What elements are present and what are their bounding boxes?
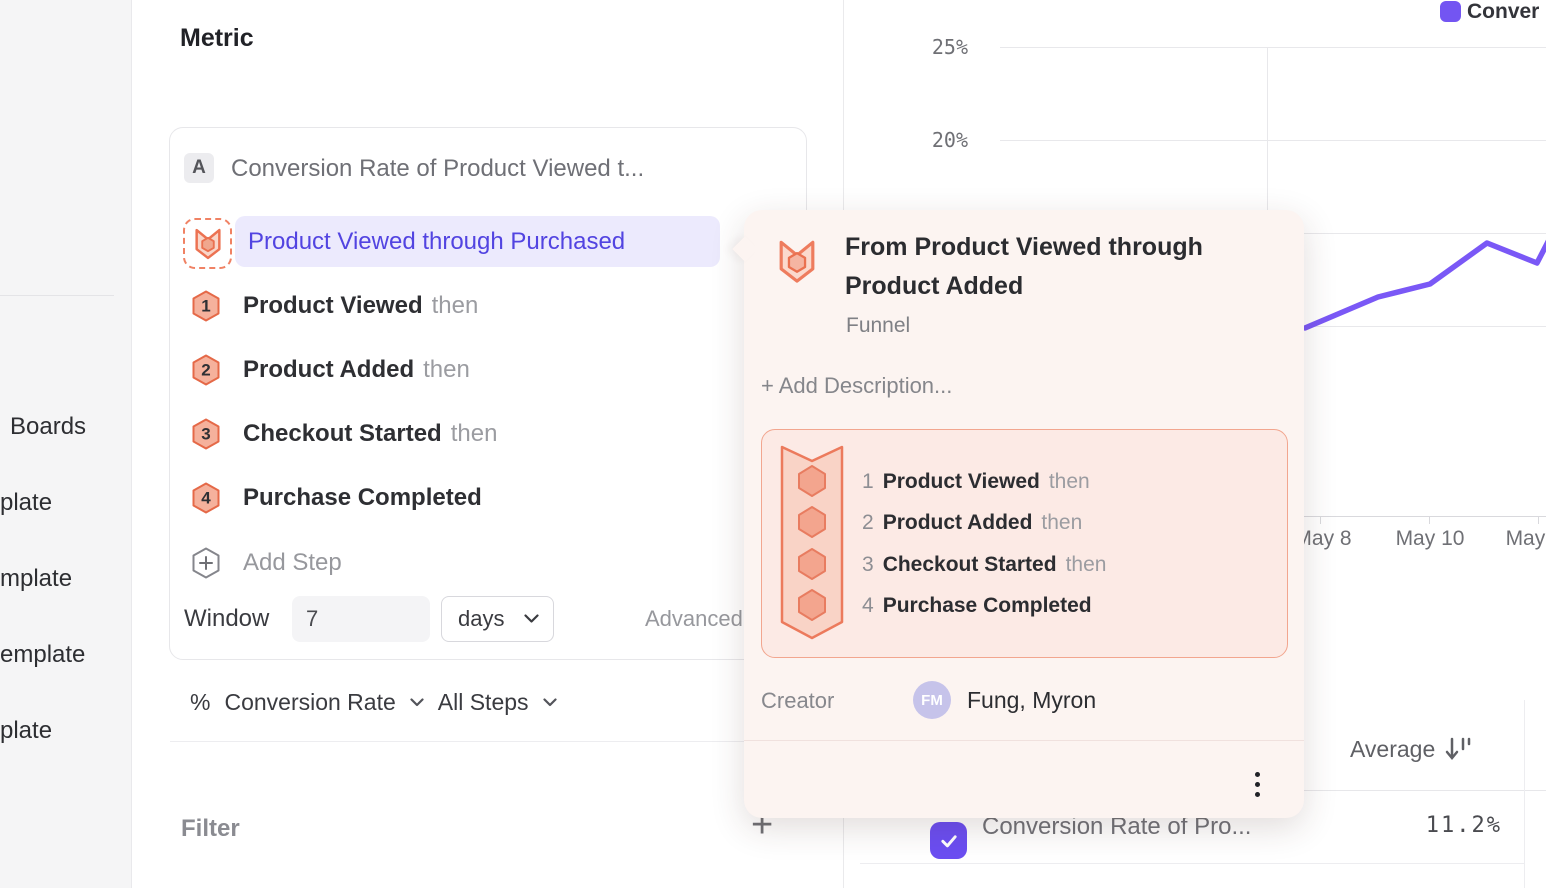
window-label: Window	[184, 605, 269, 633]
table-row-average-value: 11.2%	[1380, 813, 1502, 838]
window-unit-select[interactable]: days	[441, 596, 554, 642]
window-input[interactable]: 7	[292, 596, 430, 642]
sidebar-item-boards[interactable]: Boards	[10, 413, 86, 441]
popover-type-label: Funnel	[846, 314, 910, 338]
funnel-step-row-3[interactable]: 3 Checkout Startedthen	[183, 411, 783, 457]
funnel-step-row-4[interactable]: 4 Purchase Completed	[183, 475, 783, 521]
funnel-icon	[777, 238, 817, 284]
series-title[interactable]: Conversion Rate of Product Viewed t...	[231, 155, 644, 183]
row-checkbox-checked[interactable]	[930, 822, 967, 859]
popover-step-2: 2Product Addedthen	[862, 510, 1082, 536]
step-1-hexagon-badge: 1	[192, 290, 220, 322]
add-step-hexagon-plus-icon	[192, 547, 220, 579]
selected-funnel-label: Product Viewed through Purchased	[248, 228, 625, 256]
funnel-icon-box[interactable]	[183, 218, 232, 269]
filter-section-heading: Filter	[181, 815, 240, 843]
selected-funnel-pill[interactable]: Product Viewed through Purchased	[235, 216, 720, 267]
funnel-details-popover: From Product Viewed through Product Adde…	[744, 210, 1304, 818]
creator-name: Fung, Myron	[967, 687, 1096, 714]
chevron-down-icon[interactable]	[543, 698, 557, 707]
funnel-icon	[194, 227, 222, 260]
popover-step-3: 3Checkout Startedthen	[862, 552, 1106, 578]
funnel-step-row-1[interactable]: 1 Product Viewedthen	[183, 283, 783, 329]
app-root: Conver 25% 20% May 8 May 10 May 12 Avera…	[0, 0, 1546, 888]
funnel-steps-box: 1Product Viewedthen 2Product Addedthen 3…	[761, 429, 1288, 658]
funnel-step-row-2[interactable]: 2 Product Addedthen	[183, 347, 783, 393]
sort-descending-icon[interactable]	[1445, 735, 1471, 763]
measured-as-row: % Conversion Rate All Steps	[190, 686, 557, 718]
kebab-menu-icon[interactable]	[1249, 766, 1266, 803]
metric-section-heading: Metric	[180, 24, 254, 53]
svg-text:3: 3	[201, 425, 210, 444]
add-step-button[interactable]: Add Step	[183, 540, 783, 586]
creator-avatar: FM	[913, 681, 951, 719]
sidebar-divider	[0, 295, 114, 296]
chevron-down-icon[interactable]	[410, 698, 424, 707]
popover-title: From Product Viewed through Product Adde…	[845, 228, 1245, 306]
sidebar-item-template-2[interactable]: mplate	[0, 565, 72, 593]
creator-label: Creator	[761, 688, 834, 714]
sidebar-item-template-4[interactable]: plate	[0, 717, 52, 745]
add-step-label: Add Step	[243, 549, 342, 577]
percent-symbol: %	[190, 689, 210, 716]
funnel-banner-icon	[779, 444, 845, 642]
sidebar-item-template-1[interactable]: plate	[0, 489, 52, 517]
add-description-link[interactable]: + Add Description...	[761, 373, 952, 399]
series-a-badge: A	[184, 153, 214, 183]
step-2-hexagon-badge: 2	[192, 354, 220, 386]
left-sidebar	[0, 0, 132, 888]
step-3-hexagon-badge: 3	[192, 418, 220, 450]
chevron-down-icon	[524, 614, 539, 624]
popover-step-1: 1Product Viewedthen	[862, 469, 1090, 495]
conversion-rate-dropdown[interactable]: Conversion Rate	[224, 689, 395, 716]
popover-step-4: 4Purchase Completed	[862, 593, 1101, 619]
table-row-border	[860, 863, 1524, 864]
step-4-hexagon-badge: 4	[192, 482, 220, 514]
advanced-link[interactable]: Advanced	[645, 606, 743, 632]
popover-footer-divider	[744, 740, 1304, 741]
svg-text:2: 2	[201, 361, 210, 380]
all-steps-dropdown[interactable]: All Steps	[438, 689, 529, 716]
table-column-divider	[1524, 700, 1525, 888]
table-header-average[interactable]: Average	[1350, 735, 1471, 763]
conversion-line	[1305, 236, 1546, 328]
svg-text:4: 4	[201, 489, 211, 508]
svg-text:1: 1	[201, 297, 210, 316]
sidebar-item-template-3[interactable]: emplate	[0, 641, 85, 669]
section-divider	[170, 741, 844, 742]
checkmark-icon	[937, 829, 961, 853]
